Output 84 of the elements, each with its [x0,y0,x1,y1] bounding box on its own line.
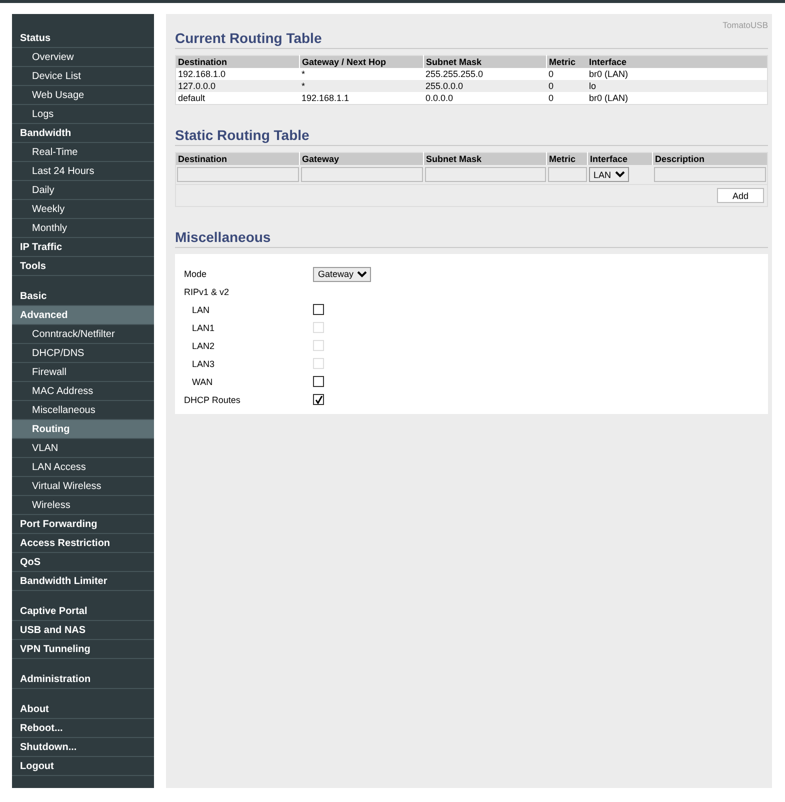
nav-item[interactable]: Access Restriction [12,534,154,553]
table-cell: br0 (LAN) [587,68,768,80]
nav-item[interactable]: Reboot... [12,719,154,738]
table-cell: 192.168.1.0 [176,68,300,80]
nav-subitem[interactable]: Conntrack/Netfilter [12,325,154,344]
field-label: LAN1 [191,322,216,335]
add-button[interactable]: Add [717,188,764,203]
nav-item[interactable]: Captive Portal [12,602,154,621]
table-cell: 0 [546,92,587,104]
column-header: Metric [546,56,587,68]
nav-subitem[interactable]: Virtual Wireless [12,477,154,496]
nav-item[interactable]: Administration [12,670,154,689]
nav-subitem[interactable]: Monthly [12,219,154,238]
nav-subitem[interactable]: Web Usage [12,86,154,105]
field-label: LAN2 [191,340,216,353]
table-cell: 192.168.1.1 [300,92,424,104]
column-header: Interface [588,152,652,165]
table-cell: default [176,92,300,104]
input-field[interactable] [424,167,546,182]
nav-item[interactable]: About [12,700,154,719]
nav-item[interactable]: QoS [12,553,154,572]
table-cell: 255.255.255.0 [424,68,546,80]
nav-item[interactable]: Tools [12,257,154,276]
nav-item[interactable]: Bandwidth Limiter [12,572,154,591]
column-header: Destination [176,152,300,165]
nav-item[interactable]: IP Traffic [12,238,154,257]
column-header: Interface [587,56,768,68]
nav-item[interactable]: USB and NAS [12,621,154,640]
table-cell: 0.0.0.0 [424,92,546,104]
checkbox[interactable] [313,304,324,314]
nav-subitem[interactable]: MAC Address [12,382,154,401]
nav-subitem[interactable]: Last 24 Hours [12,162,154,181]
nav-subitem[interactable]: Weekly [12,200,154,219]
nav-subitem[interactable]: Routing [12,420,154,439]
table-cell: 0 [546,80,587,92]
nav-item[interactable]: Status [12,29,154,48]
nav-item[interactable]: Shutdown... [12,738,154,757]
table-cell: br0 (LAN) [587,92,768,104]
checkbox[interactable] [313,376,324,386]
nav-subitem[interactable]: LAN Access [12,458,154,477]
nav-item[interactable]: VPN Tunneling [12,640,154,659]
column-header: Description [652,152,768,165]
table-cell: 255.0.0.0 [424,80,546,92]
table-cell: * [300,68,424,80]
field-label: LAN [191,304,211,317]
nav-subitem[interactable]: DHCP/DNS [12,344,154,363]
column-header: Metric [546,152,588,165]
table-cell: 0 [546,68,587,80]
section-title: Static Routing Table [175,127,768,146]
brand-label: TomatoUSB [722,20,768,30]
nav-item[interactable]: Bandwidth [12,124,154,143]
nav-subitem[interactable]: Daily [12,181,154,200]
nav-subitem[interactable]: Device List [12,67,154,86]
input-field[interactable] [300,167,422,182]
column-header: Gateway / Next Hop [300,56,424,68]
column-header: Subnet Mask [424,152,546,165]
section-title: Current Routing Table [175,30,768,49]
input-field[interactable] [548,167,586,182]
table-cell: * [300,80,424,92]
field-label: RIPv1 & v2 [184,286,230,299]
nav-subitem[interactable]: Wireless [12,496,154,515]
nav-subitem[interactable]: Overview [12,48,154,67]
interface-select[interactable]: LAN [588,167,628,182]
section-title: Miscellaneous [175,229,768,248]
column-header: Gateway [300,152,424,165]
field-label: Mode [184,268,208,281]
column-header: Destination [176,56,300,68]
column-header: Subnet Mask [424,56,546,68]
nav-subitem[interactable]: Firewall [12,363,154,382]
field-label: LAN3 [191,358,216,371]
nav-item[interactable]: Port Forwarding [12,515,154,534]
nav-subitem[interactable]: Logs [12,105,154,124]
field-label: WAN [191,376,214,389]
mode-select[interactable]: Gateway [313,266,371,282]
input-field[interactable] [177,167,298,182]
table-cell: lo [587,80,768,92]
nav-item[interactable]: Logout [12,757,154,776]
nav-subitem[interactable]: Real-Time [12,143,154,162]
checkbox[interactable] [313,394,324,406]
description-field[interactable] [654,167,766,182]
table-cell: 127.0.0.0 [176,80,300,92]
nav-subitem[interactable]: VLAN [12,439,154,458]
field-label: DHCP Routes [184,394,242,407]
nav-item[interactable]: Advanced [12,306,154,325]
